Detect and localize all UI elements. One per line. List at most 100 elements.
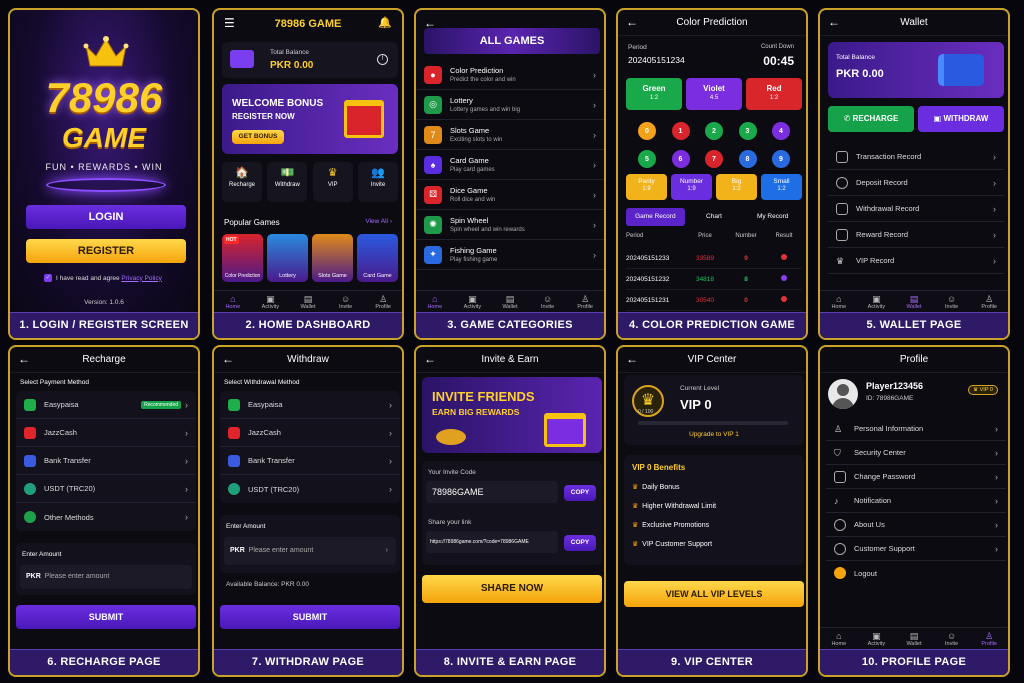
number-ball[interactable]: 5 [638,150,656,168]
nav-label: Home [225,304,241,310]
menu-label: Notification [854,496,892,505]
game-tile[interactable]: Lottery [267,234,308,282]
method-usdt[interactable]: USDT (TRC20) › [16,475,196,503]
back-icon[interactable]: ← [626,352,638,366]
agree-row: ✓ I have read and agree Privacy Policy [44,274,162,282]
game-item[interactable]: ● Color Prediction Predict the color and w… [416,60,604,90]
copy-link-button[interactable]: COPY [564,535,596,551]
menu-customer-support[interactable]: Customer Support › [826,537,1006,561]
tab-game-record[interactable]: Game Record [626,208,685,226]
number-ball[interactable]: 7 [705,150,723,168]
menu-notification[interactable]: ♪ Notification › [826,489,1006,513]
quick-vip[interactable]: ♛ VIP [312,162,353,202]
number-ball[interactable]: 3 [738,122,757,140]
privacy-link[interactable]: Privacy Policy [121,275,161,282]
menu-security-center[interactable]: ⛉ Security Center › [826,441,1006,465]
method-usdt[interactable]: USDT (TRC20) › [220,475,400,503]
menu-personal-info[interactable]: ♙ Personal Information › [826,417,1006,441]
game-item[interactable]: ⚄ Dice Game Roll dice and win › [416,180,604,210]
record-row: 202405151232 34818 8 [626,269,802,290]
back-icon[interactable]: ← [828,15,840,29]
nav-label: Invite [541,304,555,310]
method-jazzcash[interactable]: JazzCash › [220,419,400,447]
menu-icon[interactable]: ☰ [224,16,235,30]
number-ball[interactable]: 0 [638,122,656,140]
game-tile[interactable]: Slots Game [312,234,353,282]
submit-button[interactable]: SUBMIT [16,605,196,629]
quick-withdraw[interactable]: 💵 Withdraw [267,162,308,202]
view-vip-levels-button[interactable]: VIEW ALL VIP LEVELS [624,581,804,607]
bet-option-big[interactable]: Big 1:2 [716,174,757,200]
menu-change-password[interactable]: Change Password › [826,465,1006,489]
get-bonus-button[interactable]: GET BONUS [232,130,284,144]
withdraw-button[interactable]: ▣ WITHDRAW [918,106,1004,132]
recharge-button[interactable]: ✆ RECHARGE [828,106,914,132]
game-label: Lottery [279,273,296,279]
bell-icon[interactable]: 🔔 [378,16,392,29]
checkbox[interactable]: ✓ [44,274,52,282]
amount-input[interactable]: PKR Please enter amount [20,565,192,589]
deposit-icon [836,176,848,189]
menu-transaction-record[interactable]: Transaction Record › [828,144,1004,170]
caption: 1. LOGIN / REGISTER SCREEN [10,312,198,338]
menu-deposit-record[interactable]: Deposit Record › [828,170,1004,196]
menu-reward-record[interactable]: Reward Record › [828,222,1004,248]
method-bank-transfer[interactable]: Bank Transfer › [220,447,400,475]
back-icon[interactable]: ← [626,15,638,29]
game-item[interactable]: 7 Slots Game Exciting slots to win › [416,120,604,150]
benefits-title: VIP 0 Benefits [632,463,686,472]
method-jazzcash[interactable]: JazzCash › [16,419,196,447]
register-button[interactable]: REGISTER [26,239,186,263]
level-label: Current Level [680,385,720,392]
back-icon[interactable]: ← [222,352,234,366]
game-tile[interactable]: HOT Color Prediction [222,234,263,282]
method-label: Bank Transfer [248,456,295,465]
color-option-red[interactable]: Red 1:2 [746,78,802,110]
number-ball[interactable]: 1 [671,122,690,140]
back-icon[interactable]: ← [424,352,436,366]
avatar[interactable] [828,379,858,409]
submit-button[interactable]: SUBMIT [220,605,400,629]
menu-about-us[interactable]: About Us › [826,513,1006,537]
color-option-violet[interactable]: Violet 4.5 [686,78,742,110]
menu-vip-record[interactable]: ♛ VIP Record › [828,248,1004,274]
bet-option-number[interactable]: Number 1:9 [671,174,712,200]
game-item[interactable]: ♠ Card Game Play card games › [416,150,604,180]
menu-logout[interactable]: Logout [826,561,1006,585]
number-ball[interactable]: 4 [772,122,790,140]
method-label: JazzCash [44,428,77,437]
wallet-icon: ▤ [505,294,515,304]
copy-code-button[interactable]: COPY [564,485,596,501]
number-ball[interactable]: 2 [705,122,723,140]
share-now-button[interactable]: SHARE NOW [422,575,602,603]
quick-recharge[interactable]: 🏠 Recharge [222,162,262,202]
bet-option-parity[interactable]: Parity 1:9 [626,174,667,200]
info-icon[interactable]: ! [377,54,388,65]
amount-input[interactable]: PKR Please enter amount › [224,537,396,565]
game-item[interactable]: ✦ Fishing Game Play fishing game › [416,240,604,270]
method-other[interactable]: Other Methods › [16,503,196,531]
menu-withdrawal-record[interactable]: Withdrawal Record › [828,196,1004,222]
wallet-balance-card: Total Balance PKR 0.00 [828,42,1004,98]
method-easypaisa[interactable]: Easypaisa Recommended › [16,391,196,419]
menu-label: Customer Support [854,544,915,553]
login-button[interactable]: LOGIN [26,205,186,229]
number-ball[interactable]: 9 [772,150,790,168]
menu-label: Logout [854,568,877,578]
game-item[interactable]: ✺ Spin Wheel Spin wheel and win rewards › [416,210,604,240]
method-bank-transfer[interactable]: Bank Transfer › [16,447,196,475]
color-option-green[interactable]: Green 1:2 [626,78,682,110]
view-all-link[interactable]: View All › [365,218,392,225]
bet-option-small[interactable]: Small 1:2 [761,174,802,200]
welcome-banner[interactable]: WELCOME BONUS REGISTER NOW GET BONUS [222,84,398,154]
number-grid: 01234 56789 [632,122,796,168]
back-icon[interactable]: ← [18,352,30,366]
number-ball[interactable]: 8 [738,150,757,168]
game-item[interactable]: ◎ Lottery Lottery games and win big › [416,90,604,120]
method-easypaisa[interactable]: Easypaisa › [220,391,400,419]
tab-chart[interactable]: Chart [685,208,744,226]
quick-invite[interactable]: 👥 Invite [357,162,398,202]
game-tile[interactable]: Card Game [357,234,398,282]
number-ball[interactable]: 6 [671,150,690,168]
tab-my-record[interactable]: My Record [743,208,802,226]
